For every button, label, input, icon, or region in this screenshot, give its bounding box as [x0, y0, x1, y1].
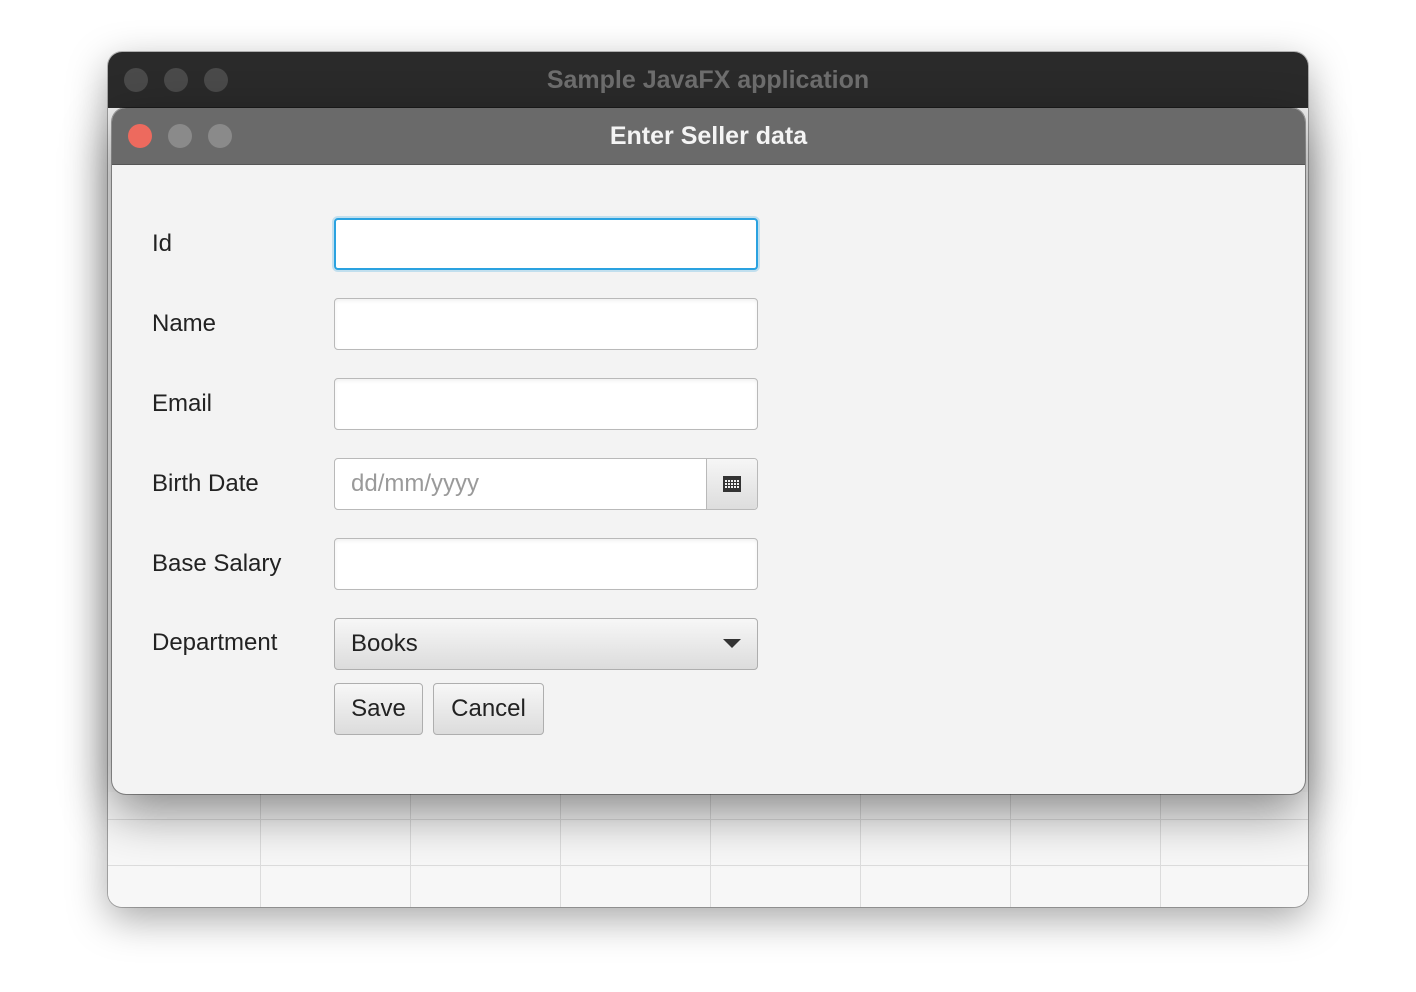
parent-titlebar: Sample JavaFX application [108, 52, 1308, 108]
birth-date-input[interactable] [335, 459, 707, 509]
email-label: Email [152, 390, 213, 417]
dialog-titlebar: Enter Seller data [112, 108, 1305, 165]
calendar-button[interactable] [706, 459, 757, 509]
id-input[interactable] [336, 220, 756, 268]
email-input[interactable] [335, 379, 757, 429]
id-label: Id [152, 230, 173, 257]
parent-table-grid [108, 792, 1308, 907]
birth-date-label: Birth Date [152, 470, 259, 497]
name-input[interactable] [335, 299, 757, 349]
parent-window-title: Sample JavaFX application [546, 66, 870, 94]
seller-dialog: Enter Seller data Id Name Email Birth Da… [112, 108, 1305, 794]
calendar-icon [723, 476, 741, 492]
birth-date-picker[interactable] [334, 458, 758, 510]
name-label: Name [152, 310, 217, 337]
dialog-title: Enter Seller data [609, 122, 808, 150]
department-label: Department [152, 629, 278, 656]
save-button[interactable]: Save [334, 683, 423, 735]
department-combobox[interactable]: Books [334, 618, 758, 670]
email-field[interactable] [334, 378, 758, 430]
name-field[interactable] [334, 298, 758, 350]
id-field[interactable] [334, 218, 758, 270]
department-selected-value: Books [351, 630, 418, 657]
chevron-down-icon [723, 639, 741, 648]
base-salary-label: Base Salary [152, 550, 282, 577]
cancel-button[interactable]: Cancel [433, 683, 544, 735]
base-salary-input[interactable] [335, 539, 757, 589]
base-salary-field[interactable] [334, 538, 758, 590]
